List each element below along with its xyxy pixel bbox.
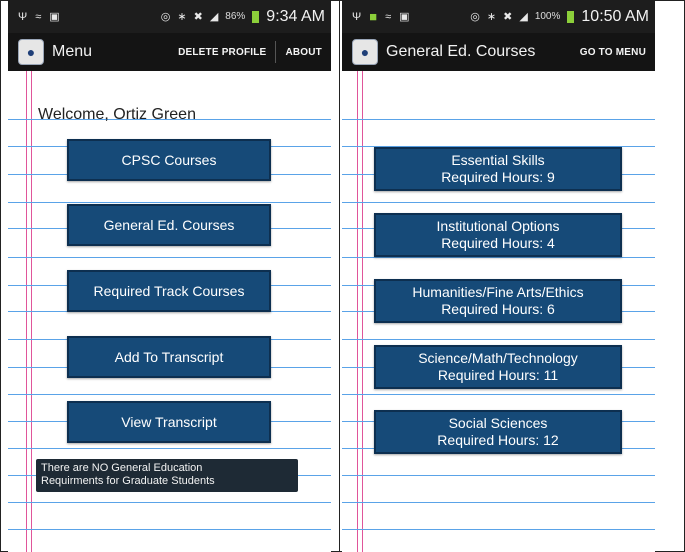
battery-icon xyxy=(252,10,260,23)
signal-icon: ◢ xyxy=(519,11,528,23)
eye-icon: ◎ xyxy=(470,11,480,23)
category-name: Institutional Options xyxy=(436,218,560,234)
rule-line xyxy=(342,529,655,530)
usb-icon: Ψ xyxy=(352,10,362,23)
mute-icon: ✖ xyxy=(193,11,203,23)
institutional-options-button[interactable]: Institutional Options Required Hours: 4 xyxy=(374,213,622,257)
rule-line xyxy=(342,394,655,395)
right-screen: Ψ ■ ≈ ▣ ◎ ∗ ✖ ◢ 100% 10:50 AM ● General … xyxy=(342,0,655,552)
usb-icon: Ψ xyxy=(18,10,28,23)
rule-line xyxy=(342,502,655,503)
notebook-background: Welcome, Ortiz Green CPSC Courses Genera… xyxy=(8,71,331,552)
screen-divider xyxy=(339,0,340,552)
bluetooth-icon: ∗ xyxy=(486,11,497,23)
about-button[interactable]: ABOUT xyxy=(276,41,331,63)
clock: 9:34 AM xyxy=(266,7,325,25)
rule-line xyxy=(8,529,331,530)
required-track-courses-button[interactable]: Required Track Courses xyxy=(67,270,271,312)
category-name: Essential Skills xyxy=(451,152,545,168)
general-ed-courses-button[interactable]: General Ed. Courses xyxy=(67,204,271,246)
category-name: Humanities/Fine Arts/Ethics xyxy=(412,284,584,300)
rule-line xyxy=(342,202,655,203)
clock: 10:50 AM xyxy=(581,7,649,25)
battery-percent: 86% xyxy=(225,11,246,22)
battery-percent: 100% xyxy=(534,11,561,22)
category-name: Social Sciences xyxy=(448,415,548,431)
category-name: Science/Math/Technology xyxy=(418,350,578,366)
toast-line: There are NO General Education xyxy=(41,462,203,474)
toast-message: There are NO General Education Requirmen… xyxy=(36,459,298,492)
image-icon: ▣ xyxy=(399,11,410,23)
eye-icon: ◎ xyxy=(160,11,171,23)
screen-title: Menu xyxy=(52,43,93,60)
status-bar: Ψ ≈ ▣ ◎ ∗ ✖ ◢ 86% 9:34 AM xyxy=(8,0,331,33)
battery-icon xyxy=(567,10,575,23)
social-sciences-button[interactable]: Social Sciences Required Hours: 12 xyxy=(374,410,622,454)
rule-line xyxy=(342,257,655,258)
category-hours: Required Hours: 4 xyxy=(441,235,555,251)
status-bar: Ψ ■ ≈ ▣ ◎ ∗ ✖ ◢ 100% 10:50 AM xyxy=(342,0,655,33)
wifi-icon: ≈ xyxy=(35,10,42,23)
rule-line xyxy=(8,202,331,203)
action-bar: ● Menu DELETE PROFILE ABOUT xyxy=(8,33,331,71)
rule-line xyxy=(8,448,331,449)
category-hours: Required Hours: 6 xyxy=(441,301,555,317)
toast-line: Requirments for Graduate Students xyxy=(41,475,215,487)
app-logo-icon[interactable]: ● xyxy=(18,39,44,65)
category-hours: Required Hours: 9 xyxy=(441,169,555,185)
rule-line xyxy=(8,502,331,503)
app-logo-icon[interactable]: ● xyxy=(352,39,378,65)
rule-line xyxy=(342,475,655,476)
rule-line xyxy=(342,339,655,340)
cpsc-courses-button[interactable]: CPSC Courses xyxy=(67,139,271,181)
view-transcript-button[interactable]: View Transcript xyxy=(67,401,271,443)
rule-line xyxy=(8,257,331,258)
left-screen: Ψ ≈ ▣ ◎ ∗ ✖ ◢ 86% 9:34 AM ● Menu DELETE … xyxy=(8,0,331,552)
signal-icon: ◢ xyxy=(209,11,219,23)
rule-line xyxy=(342,119,655,120)
delete-profile-button[interactable]: DELETE PROFILE xyxy=(169,41,275,63)
go-to-menu-button[interactable]: GO TO MENU xyxy=(571,41,655,63)
bluetooth-icon: ∗ xyxy=(177,11,187,23)
screen-title: General Ed. Courses xyxy=(386,43,536,60)
notebook-background: Essential Skills Required Hours: 9 Insti… xyxy=(342,71,655,552)
notification-icon: ■ xyxy=(369,9,378,24)
essential-skills-button[interactable]: Essential Skills Required Hours: 9 xyxy=(374,147,622,191)
category-hours: Required Hours: 12 xyxy=(437,432,559,448)
category-hours: Required Hours: 11 xyxy=(437,367,559,383)
welcome-text: Welcome, Ortiz Green xyxy=(38,106,196,123)
rule-line xyxy=(8,394,331,395)
humanities-button[interactable]: Humanities/Fine Arts/Ethics Required Hou… xyxy=(374,279,622,323)
add-to-transcript-button[interactable]: Add To Transcript xyxy=(67,336,271,378)
science-math-technology-button[interactable]: Science/Math/Technology Required Hours: … xyxy=(374,345,622,389)
mute-icon: ✖ xyxy=(503,11,513,23)
wifi-icon: ≈ xyxy=(385,10,392,23)
action-bar: ● General Ed. Courses GO TO MENU xyxy=(342,33,655,71)
image-icon: ▣ xyxy=(49,11,60,23)
